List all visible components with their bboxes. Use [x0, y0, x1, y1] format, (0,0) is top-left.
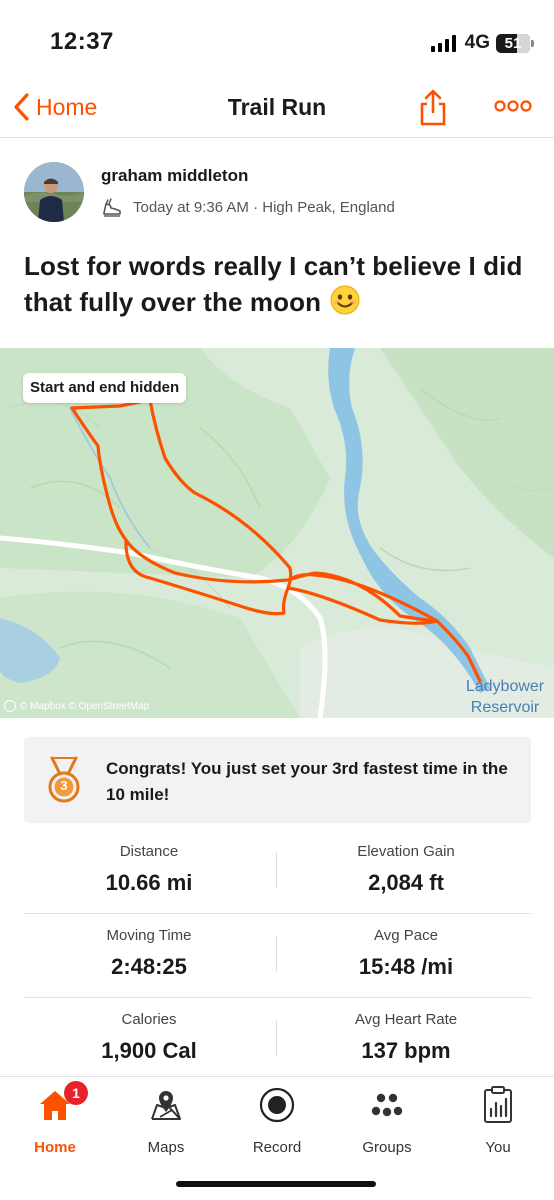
stat-value: 2:48:25 — [111, 954, 187, 979]
network-type: 4G — [464, 32, 490, 53]
map-canvas — [0, 348, 554, 718]
map-attribution[interactable]: © Mapbox © OpenStreetMap — [4, 700, 149, 712]
stat-label: Avg Heart Rate — [354, 1011, 458, 1028]
stat-moving-time: Moving Time 2:48:25 — [24, 914, 274, 998]
athlete-name[interactable]: graham middleton — [101, 166, 248, 186]
reservoir-label-line1: Ladybower — [465, 678, 545, 695]
stat-distance: Distance 10.66 mi — [24, 830, 274, 914]
stat-divider — [276, 852, 277, 888]
medal-icon: 3 — [44, 756, 84, 809]
stat-value: 10.66 mi — [105, 870, 193, 895]
stat-row: Calories 1,900 Cal Avg Heart Rate 137 bp… — [24, 998, 531, 1082]
medal-rank: 3 — [60, 778, 68, 793]
signal-icon — [430, 34, 456, 52]
tab-maps[interactable]: Maps — [121, 1085, 211, 1156]
share-icon — [420, 89, 446, 126]
stat-value: 1,900 Cal — [101, 1038, 197, 1063]
groups-icon — [371, 1093, 403, 1117]
tab-label: You — [485, 1139, 511, 1156]
running-shoe-icon — [103, 198, 121, 217]
stat-label: Distance — [119, 843, 179, 860]
stats-grid: Distance 10.66 mi Elevation Gain 2,084 f… — [24, 830, 531, 1082]
share-button[interactable] — [418, 88, 448, 133]
stat-row: Distance 10.66 mi Elevation Gain 2,084 f… — [24, 830, 531, 914]
page-title: Trail Run — [227, 94, 327, 120]
home-indicator[interactable] — [176, 1181, 376, 1187]
nav-bar: Home Trail Run — [0, 80, 554, 138]
activity-meta-text: Today at 9:36 AM · High Peak, England — [133, 198, 395, 216]
stat-divider — [276, 1020, 277, 1056]
tab-label: Maps — [147, 1139, 185, 1156]
achievement-card[interactable]: 3 Congrats! You just set your 3rd fastes… — [24, 737, 531, 823]
more-horizontal-icon — [494, 100, 532, 112]
maps-icon — [151, 1091, 181, 1120]
activity-title-text: Lost for words really I can’t believe I … — [24, 251, 523, 317]
battery-level: 51 — [504, 34, 522, 52]
stat-divider — [276, 936, 277, 972]
stat-label: Elevation Gain — [357, 843, 455, 860]
stat-elevation-gain: Elevation Gain 2,084 ft — [281, 830, 531, 914]
status-indicators: 4G 51 — [430, 32, 534, 54]
status-bar: 12:37 4G 51 — [0, 0, 554, 80]
profile-icon — [484, 1086, 512, 1123]
record-icon — [259, 1087, 295, 1123]
tab-groups[interactable]: Groups — [342, 1085, 432, 1156]
activity-meta: Today at 9:36 AM · High Peak, England — [101, 196, 395, 218]
stat-avg-pace: Avg Pace 15:48 /mi — [281, 914, 531, 998]
mapbox-logo-icon — [4, 700, 16, 712]
stat-avg-heart-rate: Avg Heart Rate 137 bpm — [281, 998, 531, 1082]
smile-emoji-icon — [330, 285, 360, 324]
tab-you[interactable]: You — [453, 1085, 543, 1156]
tab-label: Home — [34, 1139, 76, 1156]
stat-value: 2,084 ft — [368, 870, 444, 895]
map-attribution-text: © Mapbox © OpenStreetMap — [20, 700, 150, 712]
tab-label: Record — [252, 1139, 302, 1156]
achievement-text: Congrats! You just set your 3rd fastest … — [106, 759, 508, 804]
stat-label: Calories — [121, 1011, 177, 1028]
avatar-photo — [24, 162, 84, 222]
notification-badge: 1 — [64, 1081, 88, 1105]
tab-label: Groups — [362, 1139, 412, 1156]
stat-label: Avg Pace — [374, 927, 438, 944]
privacy-badge: Start and end hidden — [23, 373, 187, 403]
activity-title: Lost for words really I can’t believe I … — [24, 248, 534, 324]
battery-icon: 51 — [496, 33, 534, 53]
stat-calories: Calories 1,900 Cal — [24, 998, 274, 1082]
status-time: 12:37 — [50, 28, 114, 55]
stat-value: 137 bpm — [361, 1038, 451, 1063]
stat-value: 15:48 /mi — [358, 954, 454, 979]
stat-label: Moving Time — [106, 927, 192, 944]
tab-home[interactable]: 1 Home — [10, 1081, 100, 1156]
tab-record[interactable]: Record — [232, 1085, 322, 1156]
stat-row: Moving Time 2:48:25 Avg Pace 15:48 /mi — [24, 914, 531, 998]
reservoir-label-line2: Reservoir — [470, 699, 540, 716]
more-button[interactable] — [494, 96, 534, 121]
avatar[interactable] — [24, 162, 84, 222]
route-map[interactable] — [0, 348, 554, 718]
reservoir-label: Ladybower Reservoir — [460, 676, 550, 718]
